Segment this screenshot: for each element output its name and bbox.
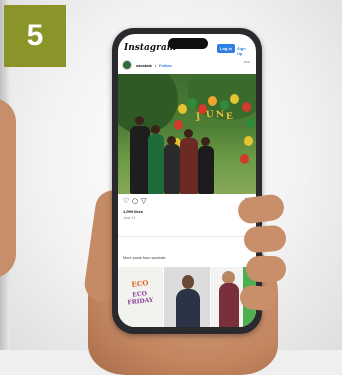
balloon [188, 98, 197, 108]
person [130, 126, 150, 194]
balloon [178, 104, 187, 114]
comment-icon[interactable]: ○ [132, 197, 138, 205]
step-number: 5 [26, 19, 44, 52]
person [164, 144, 180, 194]
tile-person-suit [176, 289, 201, 327]
post-photo[interactable]: J U N E [118, 74, 256, 194]
person-head [201, 137, 210, 146]
share-icon[interactable]: ▽ [141, 197, 146, 205]
tile-text-friday: ECO FRIDAY [127, 290, 154, 307]
post-header: sacstate • Follow ··· [122, 60, 252, 72]
finger [243, 224, 287, 254]
balloon [246, 118, 255, 128]
grid-tile[interactable]: ECO ECO FRIDAY [118, 267, 164, 327]
heart-icon[interactable]: ♡ [123, 197, 129, 205]
tree-foliage [118, 74, 178, 134]
balloon [240, 154, 249, 164]
login-button-label: Log In [220, 46, 232, 51]
phone-screen: Instagram Log In Sign Up sacstate • Foll… [118, 34, 256, 327]
left-hand [0, 98, 16, 278]
sign-letter: J [195, 111, 201, 123]
balloon [242, 102, 251, 112]
tile-person [218, 283, 239, 327]
post-actions-bar: ♡ ○ ▽ ⚑ [123, 197, 251, 206]
more-dots-icon[interactable]: ··· [244, 60, 250, 66]
sign-letter: E [225, 111, 234, 123]
more-posts-grid: ECO ECO FRIDAY [118, 267, 256, 327]
step-number-badge: 5 [4, 5, 66, 67]
person-head [135, 116, 144, 125]
balloon [220, 100, 229, 110]
balloon [244, 136, 253, 146]
person-head [184, 129, 193, 138]
person [198, 146, 214, 194]
login-button[interactable]: Log In [217, 44, 235, 53]
sign-letter: N [215, 109, 225, 121]
person-head [167, 136, 176, 145]
likes-count[interactable]: 1,099 likes [123, 209, 143, 214]
account-name[interactable]: sacstate [136, 63, 152, 68]
separator-dot: • [155, 63, 157, 68]
follow-button[interactable]: Follow [159, 63, 172, 68]
post-date: June 14 [123, 216, 136, 220]
finger [246, 256, 286, 282]
balloon [174, 120, 183, 130]
balloon [230, 94, 239, 104]
instagram-logo[interactable]: Instagram [124, 43, 176, 53]
instagram-header: Instagram Log In Sign Up [124, 43, 250, 57]
more-posts-heading: More posts from sacstate [123, 256, 166, 260]
grid-tile[interactable] [164, 267, 210, 327]
divider [118, 236, 256, 237]
signup-link[interactable]: Sign Up [237, 46, 250, 56]
tile-person-head [182, 275, 195, 289]
person [148, 134, 164, 194]
tile-text-eco: ECO [131, 278, 149, 289]
person [180, 138, 198, 194]
sign-letter: U [205, 109, 215, 121]
balloon [208, 96, 217, 106]
account-avatar[interactable] [122, 60, 132, 70]
person-head [151, 125, 160, 134]
